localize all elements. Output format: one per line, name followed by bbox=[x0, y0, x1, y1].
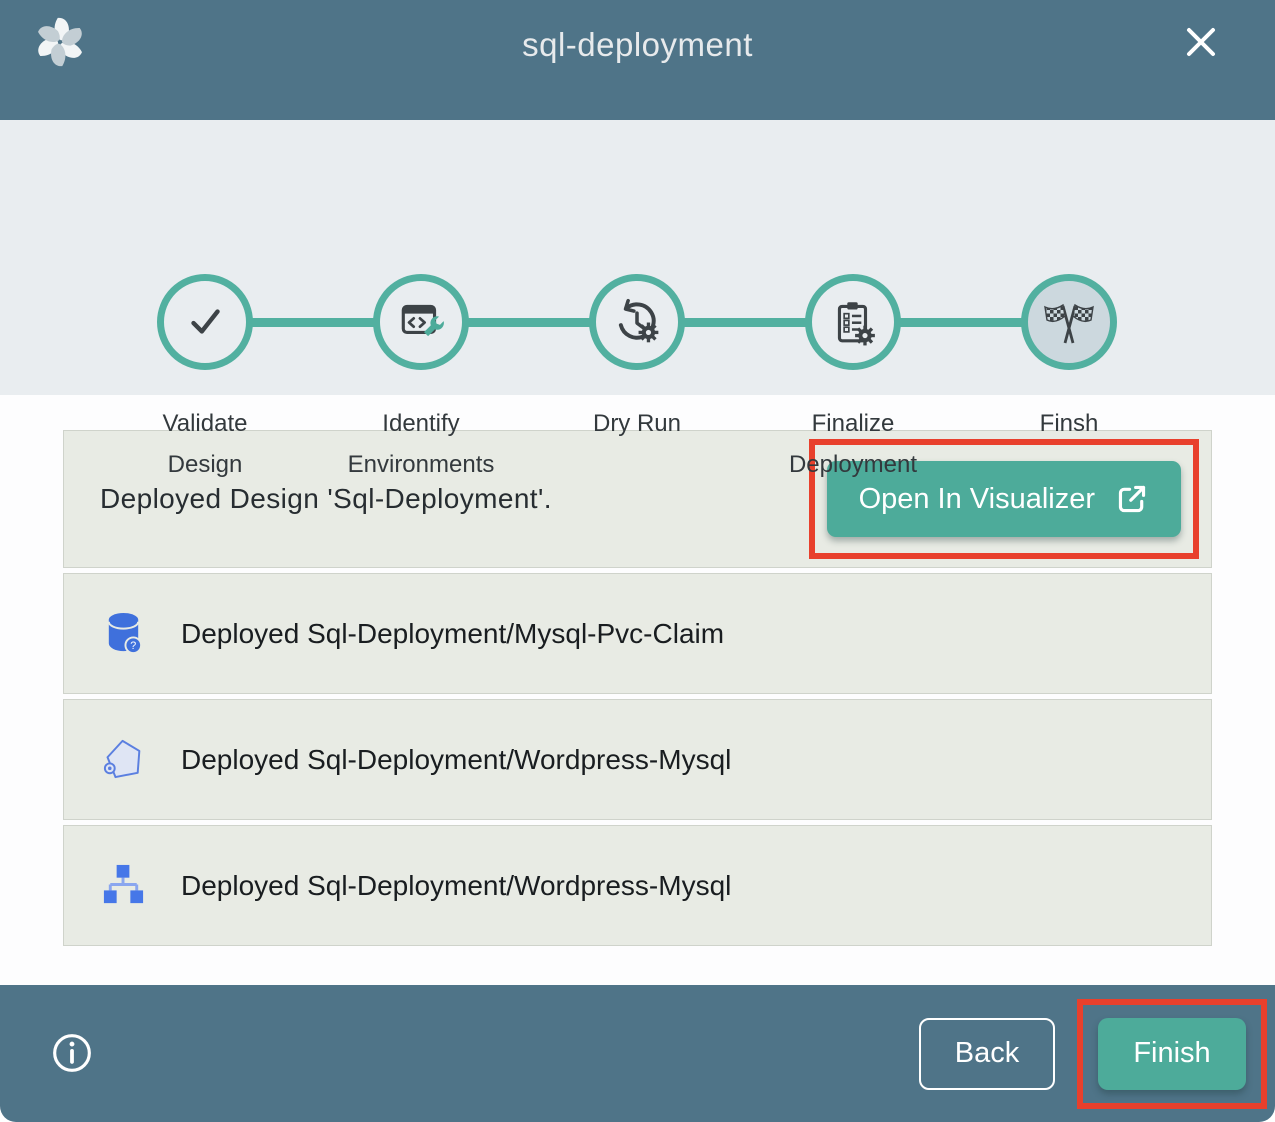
deployment-modal: sql-deployment Validate Design bbox=[0, 0, 1275, 1122]
finish-button[interactable]: Finish bbox=[1098, 1018, 1246, 1090]
hierarchy-icon bbox=[100, 862, 147, 909]
code-wrench-icon bbox=[373, 274, 469, 370]
result-row-wordpress: Deployed Sql-Deployment/Wordpress-Mysql bbox=[63, 699, 1212, 820]
stepper: Validate Design Identify Environments bbox=[0, 120, 1275, 395]
step-label: Validate Design bbox=[125, 404, 285, 486]
modal-title: sql-deployment bbox=[0, 26, 1275, 64]
step-label: Identify Environments bbox=[341, 404, 501, 486]
svg-text:?: ? bbox=[130, 640, 136, 652]
checkmark-icon bbox=[157, 274, 253, 370]
step-label: Finalize Deployment bbox=[773, 404, 933, 486]
history-gear-icon bbox=[589, 274, 685, 370]
finish-flags-icon bbox=[1021, 274, 1117, 370]
open-in-visualizer-label: Open In Visualizer bbox=[859, 483, 1095, 516]
modal-header: sql-deployment bbox=[0, 0, 1275, 120]
result-text: Deployed Sql-Deployment/Wordpress-Mysql bbox=[181, 744, 731, 776]
step-label: Finsh bbox=[1040, 404, 1099, 445]
close-icon[interactable] bbox=[1179, 21, 1223, 65]
modal-footer: Back Finish bbox=[0, 985, 1275, 1122]
annotation-box-finish: Finish bbox=[1077, 999, 1267, 1109]
result-text: Deployed Sql-Deployment/Wordpress-Mysql bbox=[181, 870, 731, 902]
step-label: Dry Run bbox=[593, 404, 681, 445]
info-icon[interactable] bbox=[50, 1032, 94, 1076]
result-text: Deployed Sql-Deployment/Mysql-Pvc-Claim bbox=[181, 618, 724, 650]
step-identify-environments: Identify Environments bbox=[313, 274, 529, 486]
back-button[interactable]: Back bbox=[919, 1018, 1055, 1090]
step-dry-run: Dry Run bbox=[529, 274, 745, 486]
result-row-mysql: Deployed Sql-Deployment/Wordpress-Mysql bbox=[63, 825, 1212, 946]
step-finish: Finsh bbox=[961, 274, 1177, 486]
database-icon: ? bbox=[100, 610, 147, 657]
step-validate-design: Validate Design bbox=[97, 274, 313, 486]
step-finalize-deployment: Finalize Deployment bbox=[745, 274, 961, 486]
external-link-icon bbox=[1115, 482, 1149, 516]
result-row-pvc: ? Deployed Sql-Deployment/Mysql-Pvc-Clai… bbox=[63, 573, 1212, 694]
pentagon-icon bbox=[100, 736, 147, 783]
deploy-message: Deployed Design 'Sql-Deployment'. bbox=[100, 483, 552, 515]
checklist-gear-icon bbox=[805, 274, 901, 370]
